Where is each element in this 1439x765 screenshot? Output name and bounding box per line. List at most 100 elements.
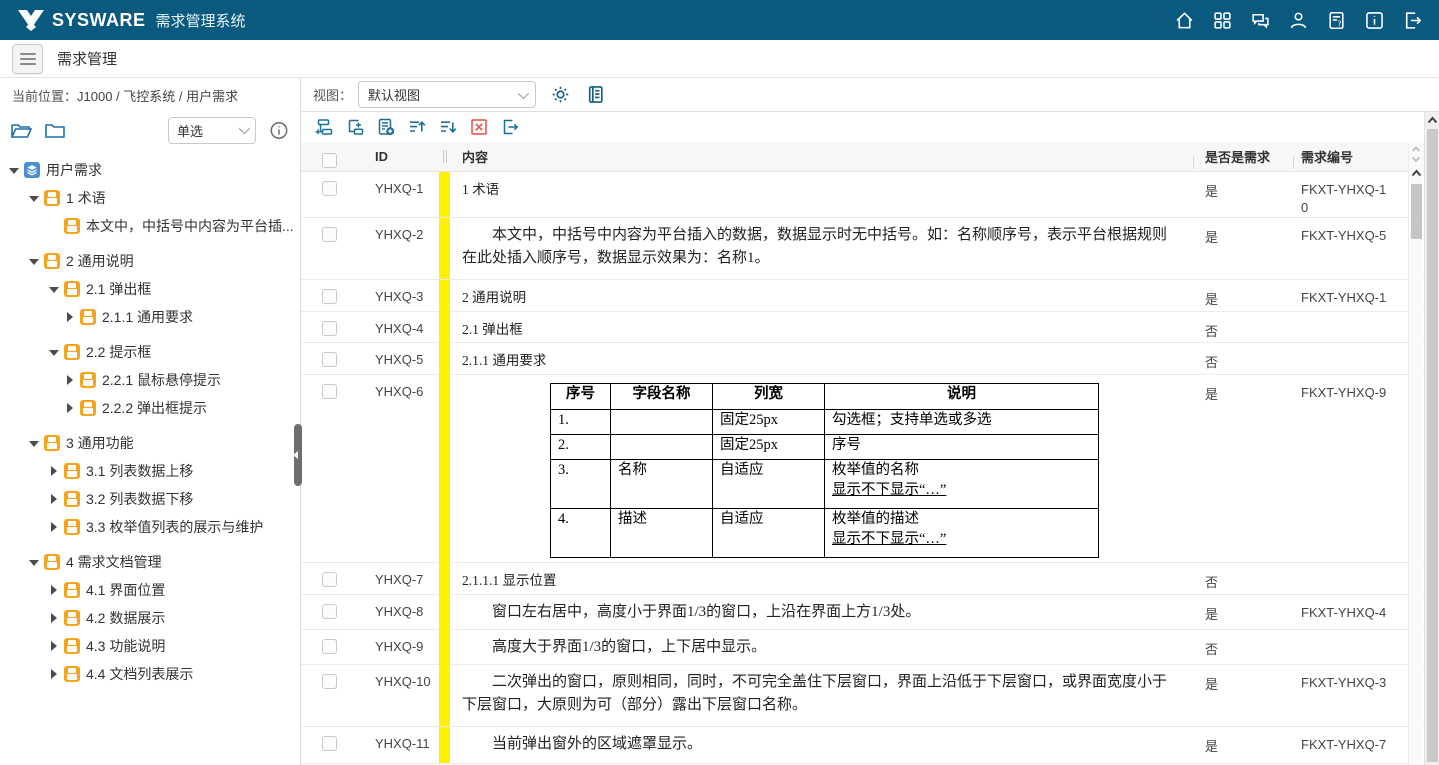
table-row[interactable]: YHXQ-2 本文中，中括号中内容为平台插入的数据，数据显示时无中括号。如：名称…: [301, 218, 1439, 280]
add-child-button[interactable]: [343, 116, 366, 139]
info-circle-icon[interactable]: [268, 121, 290, 140]
move-up-button[interactable]: [405, 116, 428, 139]
expand-arrow-icon[interactable]: [48, 521, 60, 533]
notebook-icon[interactable]: [585, 84, 606, 105]
expand-arrow-icon[interactable]: [48, 668, 60, 680]
row-checkbox[interactable]: [322, 572, 337, 587]
logout-icon[interactable]: [1402, 10, 1423, 31]
tree-node[interactable]: 4.3 功能说明: [6, 632, 300, 660]
gear-icon[interactable]: [550, 84, 571, 105]
scroll-up-small-icon[interactable]: [1411, 145, 1421, 153]
row-checkbox[interactable]: [322, 289, 337, 304]
table-row[interactable]: YHXQ-6 序号 字段名称 列宽 说明 1. 固定25px: [301, 375, 1439, 563]
page-scroll-up-icon[interactable]: [1427, 115, 1438, 126]
collapse-arrow-icon[interactable]: [28, 556, 40, 568]
add-doc-button[interactable]: [374, 116, 397, 139]
table-row[interactable]: YHXQ-4 2.1 弹出框 否: [301, 312, 1439, 343]
apps-icon[interactable]: [1212, 10, 1233, 31]
folder-open-icon[interactable]: [10, 121, 32, 140]
row-checkbox[interactable]: [322, 227, 337, 242]
emb-cell: 自适应: [713, 509, 825, 558]
table-row[interactable]: YHXQ-8 窗口左右居中，高度小于界面1/3的窗口，上沿在界面上方1/3处。 …: [301, 595, 1439, 630]
expand-arrow-icon[interactable]: [48, 640, 60, 652]
expand-arrow-icon[interactable]: [64, 311, 76, 323]
messages-icon[interactable]: [1250, 10, 1271, 31]
doc-icon: [64, 666, 80, 682]
info-icon[interactable]: [1364, 10, 1385, 31]
row-checkbox[interactable]: [322, 639, 337, 654]
scroll-down-small-icon[interactable]: [1411, 155, 1421, 163]
collapse-arrow-icon[interactable]: [28, 437, 40, 449]
row-checkbox[interactable]: [322, 181, 337, 196]
tree-node[interactable]: 4.4 文档列表展示: [6, 660, 300, 688]
scroll-up-icon[interactable]: [1411, 168, 1422, 179]
tree-node[interactable]: 2.2 提示框: [6, 338, 300, 366]
tree-node[interactable]: 3.2 列表数据下移: [6, 485, 300, 513]
collapse-arrow-icon[interactable]: [28, 192, 40, 204]
page-scrollbar[interactable]: [1424, 112, 1439, 765]
collapse-arrow-icon[interactable]: [48, 346, 60, 358]
tree-node[interactable]: 3.3 枚举值列表的展示与维护: [6, 513, 300, 541]
help-doc-icon[interactable]: ?: [1326, 10, 1347, 31]
table-row[interactable]: YHXQ-9 高度大于界面1/3的窗口，上下居中显示。 否: [301, 630, 1439, 665]
expand-arrow-icon[interactable]: [48, 493, 60, 505]
export-button[interactable]: [498, 116, 521, 139]
top-app-bar: SYSWARE 需求管理系统 ?: [0, 0, 1439, 40]
tree-node[interactable]: 4 需求文档管理: [6, 548, 300, 576]
expand-arrow-icon[interactable]: [48, 584, 60, 596]
collapse-arrow-icon[interactable]: [8, 164, 20, 176]
page-scrollbar-thumb[interactable]: [1427, 129, 1438, 762]
tree-node[interactable]: 2.1 弹出框: [6, 275, 300, 303]
expand-arrow-icon[interactable]: [64, 402, 76, 414]
doc-icon: [64, 218, 80, 234]
column-resize-handle[interactable]: [439, 150, 450, 163]
emb-cell: 固定25px: [713, 435, 825, 460]
table-row[interactable]: YHXQ-11 当前弹出窗外的区域遮罩显示。 是 FKXT-YHXQ-7: [301, 727, 1439, 764]
delete-button[interactable]: [467, 116, 490, 139]
add-sibling-button[interactable]: [312, 116, 335, 139]
row-checkbox[interactable]: [322, 736, 337, 751]
row-checkbox[interactable]: [322, 352, 337, 367]
tree-node[interactable]: 1 术语: [6, 184, 300, 212]
table-scrollbar[interactable]: [1408, 142, 1423, 765]
tree-node[interactable]: 3 通用功能: [6, 429, 300, 457]
expand-arrow-icon[interactable]: [48, 612, 60, 624]
collapse-arrow-icon[interactable]: [28, 255, 40, 267]
tree-node-label: 本文中，中括号中内容为平台插...: [86, 216, 294, 236]
tree-node[interactable]: 4.1 界面位置: [6, 576, 300, 604]
collapse-arrow-icon[interactable]: [48, 283, 60, 295]
row-id: YHXQ-8: [357, 595, 439, 630]
home-icon[interactable]: [1174, 10, 1195, 31]
table-row[interactable]: YHXQ-5 2.1.1 通用要求 否: [301, 343, 1439, 375]
tree-node[interactable]: 2.2.1 鼠标悬停提示: [6, 366, 300, 394]
row-checkbox[interactable]: [322, 321, 337, 336]
expand-arrow-icon[interactable]: [64, 374, 76, 386]
tree-node[interactable]: 3.1 列表数据上移: [6, 457, 300, 485]
expand-arrow-icon[interactable]: [48, 465, 60, 477]
menu-toggle-button[interactable]: [12, 44, 43, 74]
select-mode-dropdown[interactable]: 单选: [168, 117, 256, 144]
folder-closed-icon[interactable]: [44, 121, 66, 140]
table-row[interactable]: YHXQ-7 2.1.1.1 显示位置 否: [301, 563, 1439, 595]
tree-node[interactable]: 本文中，中括号中内容为平台插...: [6, 212, 300, 240]
table-row[interactable]: YHXQ-3 2 通用说明 是 FKXT-YHXQ-1: [301, 280, 1439, 312]
table-row[interactable]: YHXQ-10 二次弹出的窗口，原则相同，同时，不可完全盖住下层窗口，界面上沿低…: [301, 665, 1439, 727]
select-all-checkbox[interactable]: [322, 153, 337, 168]
view-select-dropdown[interactable]: 默认视图: [358, 81, 536, 108]
user-icon[interactable]: [1288, 10, 1309, 31]
row-checkbox[interactable]: [322, 674, 337, 689]
tree-node[interactable]: 4.2 数据展示: [6, 604, 300, 632]
table-scrollbar-thumb[interactable]: [1411, 184, 1422, 239]
move-down-button[interactable]: [436, 116, 459, 139]
tree-node[interactable]: 2 通用说明: [6, 247, 300, 275]
panel-splitter-handle[interactable]: [294, 424, 302, 486]
row-checkbox[interactable]: [322, 384, 337, 399]
tree-node[interactable]: 2.1.1 通用要求: [6, 303, 300, 331]
tree-node-root[interactable]: 用户需求: [6, 156, 300, 184]
row-checkbox[interactable]: [322, 604, 337, 619]
table-row[interactable]: YHXQ-1 1 术语 是 FKXT-YHXQ-10: [301, 172, 1439, 218]
requirements-tree: 用户需求 1 术语 本文中，中括号中内容为平台插... 2 通用说明 2.1 弹…: [0, 148, 300, 688]
row-isreq: 是: [1193, 665, 1293, 726]
emb-cell: 4.: [551, 509, 611, 558]
tree-node[interactable]: 2.2.2 弹出框提示: [6, 394, 300, 422]
